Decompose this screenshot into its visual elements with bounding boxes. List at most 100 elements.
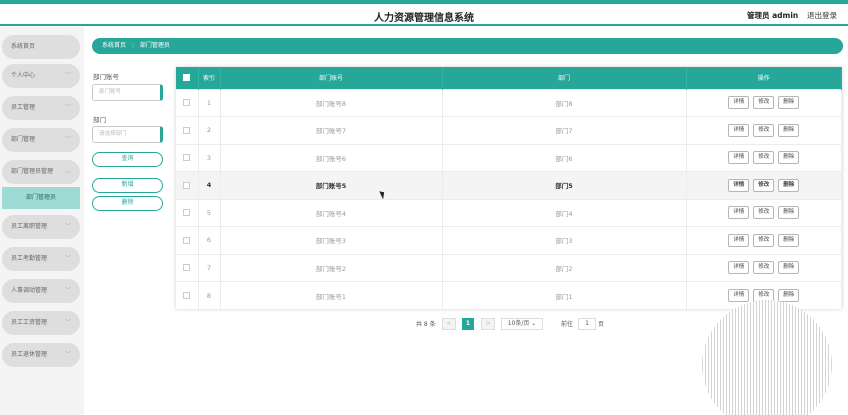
sidebar-item-department[interactable]: 部门管理 ﹀ [2,128,80,152]
edit-button[interactable]: 修改 [753,233,775,247]
table-row[interactable]: 4 部门账号5 部门5 详情 修改 删除 [176,171,842,199]
table-row[interactable]: 5 部门账号4 部门4 详情 修改 删除 [176,198,842,227]
chevron-down-icon: ﹀ [64,104,71,111]
pager-total: 共 8 条 [416,321,436,328]
detail-button[interactable]: 详情 [728,233,750,247]
sidebar-item-attendance[interactable]: 员工考勤管理 ﹀ [2,247,80,271]
row-delete-button[interactable]: 删除 [778,261,800,275]
select-all-cell[interactable] [176,67,199,89]
sidebar-item-retire[interactable]: 员工退休管理 ﹀ [2,343,80,367]
row-actions: 详情 修改 删除 [686,143,842,172]
detail-button[interactable]: 详情 [728,151,750,165]
dept-select[interactable]: 请选择部门 [92,126,163,143]
row-index: 6 [198,226,221,254]
sidebar-item-employee[interactable]: 员工管理 ﹀ [2,96,80,120]
sidebar-item-salary[interactable]: 员工工资管理 ﹀ [2,311,80,335]
sidebar-item-dept-admin[interactable]: 部门管理员管理 ︿ [2,160,80,184]
pager-goto-label: 前往 [561,321,574,328]
detail-button[interactable]: 详情 [728,261,750,275]
table-row[interactable]: 7 部门账号2 部门2 详情 修改 删除 [176,253,842,282]
row-account: 部门账号1 [220,281,443,309]
pager-size-select[interactable]: 10条/页 ⌄ [501,318,543,330]
detail-button[interactable]: 详情 [728,178,750,192]
dept-account-input[interactable]: 部门账号 [92,84,163,101]
row-dept: 部门7 [442,116,687,144]
row-dept: 部门1 [442,281,687,309]
select-all-checkbox[interactable] [183,74,191,82]
row-delete-button[interactable]: 删除 [778,233,800,247]
breadcrumb-separator: : [131,42,134,49]
pager-prev-button[interactable]: < [442,318,456,330]
row-checkbox[interactable] [183,181,191,189]
sidebar-subitem-dept-admin[interactable]: 部门管理员 [2,187,80,209]
col-ops-header: 操作 [686,67,842,89]
row-delete-button[interactable]: 删除 [778,178,800,192]
sidebar-item-resign[interactable]: 员工离职管理 ﹀ [2,215,80,239]
row-checkbox-cell[interactable] [176,198,199,227]
query-button[interactable]: 查询 [92,152,163,167]
sidebar: 系统首页 个人中心 ﹀ 员工管理 ﹀ 部门管理 ﹀ 部门管理员管理 ︿ 部门管理员 员工… [0,27,84,415]
row-index: 7 [198,253,221,282]
chevron-down-icon: ﹀ [64,319,71,326]
detail-button[interactable]: 详情 [728,289,750,302]
detail-button[interactable]: 详情 [728,96,750,110]
row-dept: 部门5 [442,171,687,199]
row-delete-button[interactable]: 删除 [778,96,800,110]
row-delete-button[interactable]: 删除 [778,151,800,165]
row-checkbox-cell[interactable] [176,116,199,144]
row-delete-button[interactable]: 删除 [778,289,800,302]
row-checkbox[interactable] [183,236,191,244]
logout-link[interactable]: 退出登录 [807,10,837,21]
pager-current-page[interactable]: 1 [462,318,474,330]
breadcrumb-home[interactable]: 系统首页 [102,42,126,49]
row-checkbox[interactable] [183,126,191,134]
col-dept-header: 部门 [442,67,687,89]
table-row[interactable]: 1 部门账号8 部门8 详情 修改 删除 [176,88,842,117]
table-row[interactable]: 6 部门账号3 部门3 详情 修改 删除 [176,226,842,254]
sidebar-item-personal[interactable]: 个人中心 ﹀ [2,64,80,88]
row-checkbox[interactable] [183,154,191,162]
edit-button[interactable]: 修改 [753,261,775,275]
row-checkbox[interactable] [183,264,191,272]
edit-button[interactable]: 修改 [753,151,775,165]
row-index: 5 [198,198,221,227]
row-checkbox-cell[interactable] [176,281,199,309]
detail-button[interactable]: 详情 [728,206,750,220]
row-checkbox[interactable] [183,292,191,299]
breadcrumb-current: 部门管理员 [139,42,170,49]
pager-next-button[interactable]: > [481,318,495,330]
table-header-row: 索引 部门账号 部门 操作 [176,67,842,89]
col-account-header: 部门账号 [220,67,443,89]
row-delete-button[interactable]: 删除 [778,206,800,220]
edit-button[interactable]: 修改 [753,206,775,220]
row-dept: 部门6 [442,143,687,172]
delete-button[interactable]: 删除 [92,196,163,211]
row-index: 8 [198,281,221,309]
row-dept: 部门8 [442,88,687,117]
table-row[interactable]: 3 部门账号6 部门6 详情 修改 删除 [176,143,842,172]
row-checkbox[interactable] [183,209,191,217]
sidebar-item-home[interactable]: 系统首页 [2,35,80,59]
row-checkbox-cell[interactable] [176,143,199,172]
sidebar-item-transfer[interactable]: 人事调动管理 ﹀ [2,279,80,303]
chevron-down-icon: ﹀ [64,72,71,79]
chevron-down-icon: ﹀ [64,351,71,358]
row-account: 部门账号4 [220,198,443,227]
row-delete-button[interactable]: 删除 [778,123,800,137]
admin-label: 管理员 admin [747,11,799,20]
app-title: 人力资源管理信息系统 [374,13,474,24]
row-checkbox[interactable] [183,99,191,107]
dept-label: 部门 [93,116,106,124]
pager-goto-input[interactable]: 1 [578,318,596,330]
edit-button[interactable]: 修改 [753,96,775,110]
edit-button[interactable]: 修改 [753,123,775,137]
detail-button[interactable]: 详情 [728,123,750,137]
row-index: 3 [198,143,221,172]
add-button[interactable]: 新增 [92,178,163,193]
row-checkbox-cell[interactable] [176,226,199,254]
row-checkbox-cell[interactable] [176,171,199,199]
row-checkbox-cell[interactable] [176,253,199,282]
row-checkbox-cell[interactable] [176,88,199,117]
table-row[interactable]: 2 部门账号7 部门7 详情 修改 删除 [176,116,842,144]
edit-button[interactable]: 修改 [753,178,775,192]
